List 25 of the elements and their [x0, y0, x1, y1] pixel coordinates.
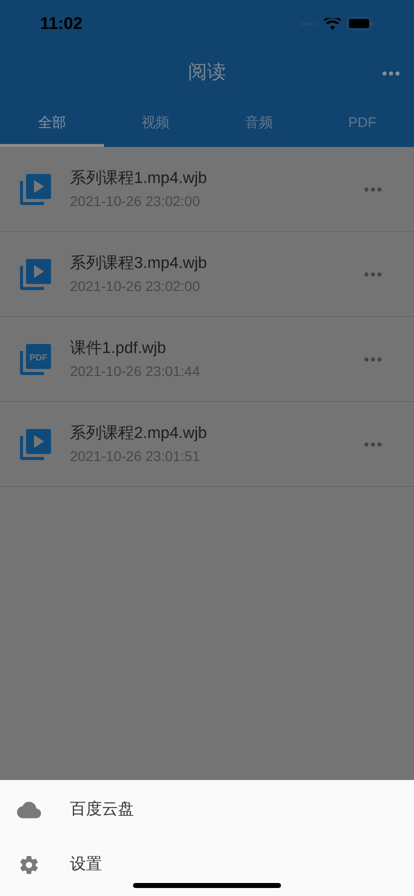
video-file-icon — [18, 258, 52, 290]
wifi-icon — [324, 18, 341, 30]
more-icon[interactable] — [364, 186, 382, 192]
video-file-icon — [18, 428, 52, 460]
tab[interactable]: 视频 — [104, 100, 207, 147]
menu-item[interactable]: 设置 — [0, 837, 414, 892]
more-icon[interactable] — [364, 442, 382, 446]
file-name: 系列课程3.mp4.wjb — [70, 254, 208, 274]
menu-item[interactable]: 百度云盘 — [0, 782, 414, 837]
menu-label: 百度云盘 — [70, 800, 134, 820]
menu-label: 设置 — [70, 854, 102, 874]
file-name: 课件1.pdf.wjb — [70, 338, 168, 358]
more-icon[interactable] — [382, 71, 400, 76]
settings-icon — [19, 854, 39, 874]
more-icon[interactable] — [364, 356, 382, 362]
battery-icon — [347, 17, 374, 30]
status-time: 11:02 — [40, 12, 83, 35]
tab[interactable]: 全部 — [0, 100, 104, 147]
tab[interactable]: PDF — [310, 100, 414, 147]
video-file-icon — [18, 172, 52, 206]
more-icon[interactable] — [364, 272, 382, 276]
file-name: 系列课程2.mp4.wjb — [70, 424, 208, 444]
file-name: 系列课程1.mp4.wjb — [70, 168, 208, 188]
page-title: 阅读 — [188, 61, 226, 86]
tab[interactable]: 音频 — [207, 100, 310, 147]
